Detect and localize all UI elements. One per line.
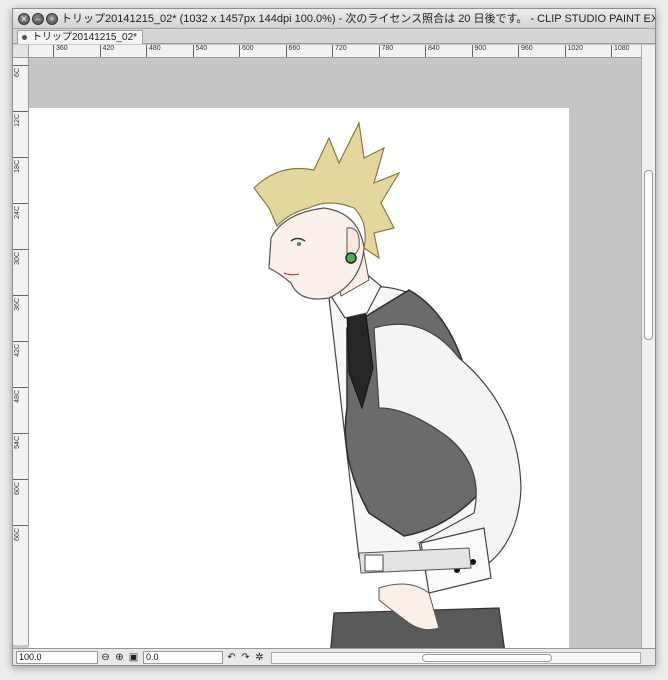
ruler-tick-label: 60C xyxy=(13,479,28,495)
ruler-tick-label: 1020 xyxy=(564,45,583,57)
ruler-tick-label: 18C xyxy=(13,157,28,173)
window-title: トリップ20141215_02* (1032 x 1457px 144dpi 1… xyxy=(61,13,655,25)
rotation-field[interactable]: 0.0 xyxy=(143,651,223,664)
ruler-tick-label: 780 xyxy=(378,45,393,57)
horizontal-ruler: 360 420 480 540 600 660 720 780 840 900 960 1020 108… xyxy=(29,45,641,58)
document-tab-label: トリップ20141215_02* xyxy=(32,32,138,43)
maximize-window-icon[interactable]: + xyxy=(46,13,58,25)
ear xyxy=(346,227,360,256)
title-bar[interactable]: ✕ – + トリップ20141215_02* (1032 x 1457px 14… xyxy=(13,9,655,29)
horizontal-scroll-thumb[interactable] xyxy=(422,654,552,662)
ruler-tick-label: 42C xyxy=(13,341,28,357)
close-window-icon[interactable]: ✕ xyxy=(18,13,30,25)
ruler-tick-label: 360 xyxy=(53,45,68,57)
status-bar: 100.0 ⊖ ⊕ ▣ 0.0 ↶ ↷ ✲ xyxy=(13,648,655,665)
tab-modified-dot-icon xyxy=(22,35,27,40)
canvas-area[interactable] xyxy=(29,58,641,648)
fit-icon[interactable]: ▣ xyxy=(127,651,140,664)
ruler-tick-label: 54C xyxy=(13,433,28,449)
ruler-tick-label: 1080 xyxy=(611,45,630,57)
ruler-tick-label: 660 xyxy=(285,45,300,57)
ruler-tick-label: 960 xyxy=(518,45,533,57)
ruler-tick-label: 600 xyxy=(239,45,254,57)
rotate-right-icon[interactable]: ↷ xyxy=(239,651,252,664)
vertical-ruler: 6C 12C 18C 24C 30C 36C 42C 48C 54C 60C 66C xyxy=(13,45,29,645)
ruler-tick-label: 720 xyxy=(332,45,347,57)
ruler-tick-label: 540 xyxy=(192,45,207,57)
ruler-tick-label: 48C xyxy=(13,387,28,403)
document-tab[interactable]: トリップ20141215_02* xyxy=(17,30,144,44)
rotate-left-icon[interactable]: ↶ xyxy=(225,651,238,664)
ruler-tick-label: 36C xyxy=(13,295,28,311)
vertical-scroll-thumb[interactable] xyxy=(644,170,653,340)
ruler-tick-label: 30C xyxy=(13,249,28,265)
ruler-tick-label: 12C xyxy=(13,111,28,127)
zoom-out-icon[interactable]: ⊖ xyxy=(99,651,112,664)
ruler-tick-label: 420 xyxy=(99,45,114,57)
zoom-field[interactable]: 100.0 xyxy=(16,651,98,664)
vertical-scrollbar[interactable] xyxy=(641,45,655,648)
ruler-tick-label: 840 xyxy=(425,45,440,57)
canvas-paper[interactable] xyxy=(29,108,569,648)
ruler-tick-label: 900 xyxy=(471,45,486,57)
ruler-tick-label: 6C xyxy=(13,65,28,77)
zoom-in-icon[interactable]: ⊕ xyxy=(113,651,126,664)
ruler-tick-label: 66C xyxy=(13,525,28,541)
ruler-tick-label: 24C xyxy=(13,203,28,219)
reset-icon[interactable]: ✲ xyxy=(253,651,266,664)
tab-bar: トリップ20141215_02* xyxy=(13,29,655,44)
earring xyxy=(345,252,357,264)
horizontal-scrollbar[interactable] xyxy=(271,652,641,664)
minimize-window-icon[interactable]: – xyxy=(32,13,44,25)
ruler-corner xyxy=(13,45,29,58)
character-illustration xyxy=(253,121,522,648)
ruler-tick-label: 480 xyxy=(146,45,161,57)
document-window: ✕ – + トリップ20141215_02* (1032 x 1457px 14… xyxy=(12,8,656,666)
